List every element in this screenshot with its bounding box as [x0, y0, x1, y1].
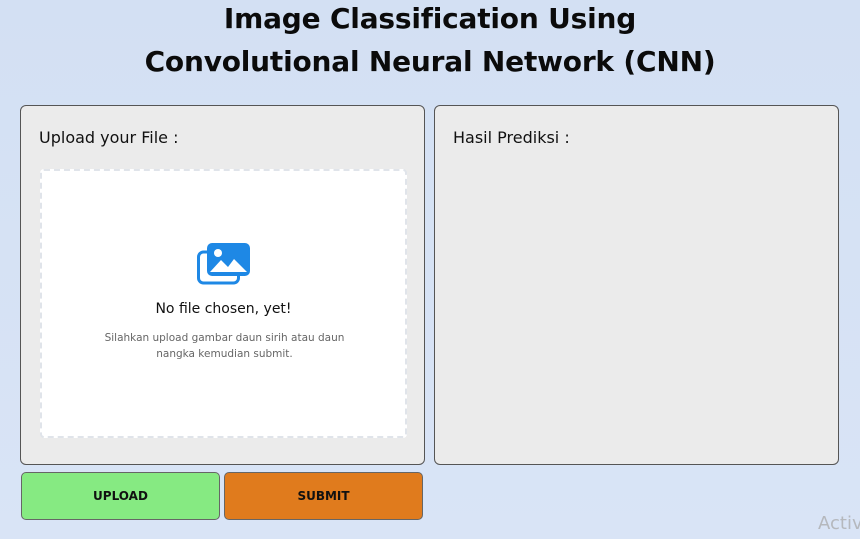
upload-panel-label: Upload your File : — [39, 128, 179, 147]
submit-button[interactable]: SUBMIT — [224, 472, 423, 520]
title-line-2: Convolutional Neural Network (CNN) — [144, 45, 716, 78]
file-dropzone[interactable]: No file chosen, yet! Silahkan upload gam… — [40, 169, 407, 438]
images-icon — [197, 243, 250, 285]
result-panel: Hasil Prediksi : — [434, 105, 839, 465]
activation-watermark: Activ — [818, 513, 860, 534]
result-panel-label: Hasil Prediksi : — [453, 128, 570, 147]
upload-panel: Upload your File : No file chosen, yet! … — [20, 105, 425, 465]
upload-button[interactable]: UPLOAD — [21, 472, 220, 520]
dropzone-title: No file chosen, yet! — [155, 301, 292, 317]
title-line-1: Image Classification Using — [223, 2, 637, 35]
dropzone-description: Silahkan upload gambar daun sirih atau d… — [104, 332, 345, 360]
